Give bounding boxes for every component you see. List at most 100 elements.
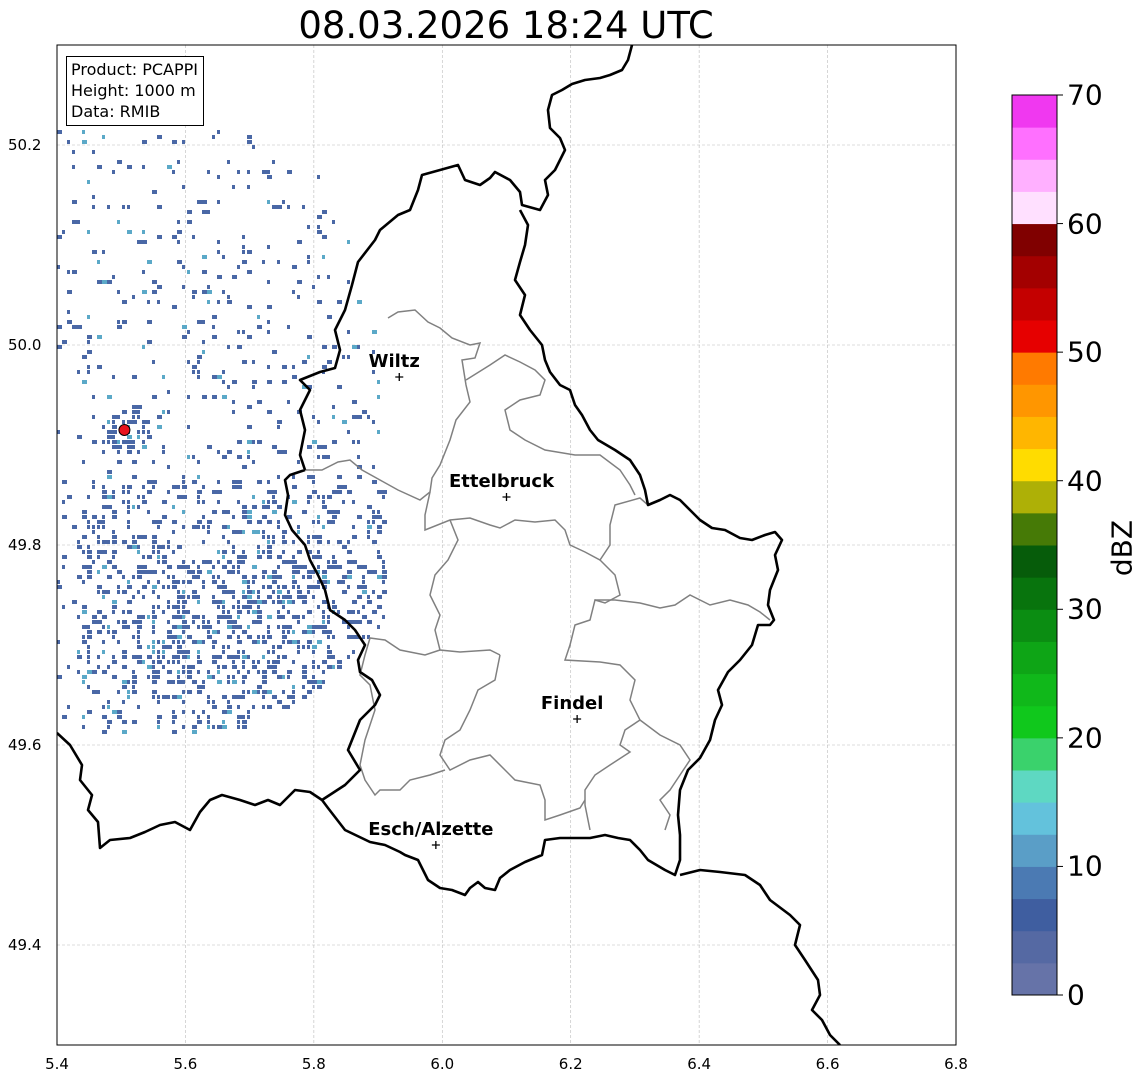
echo-pixel xyxy=(232,630,235,634)
echo-pixel xyxy=(207,300,210,304)
echo-pixel xyxy=(277,615,282,619)
echo-pixel xyxy=(257,615,262,619)
echo-pixel xyxy=(122,420,125,424)
echo-pixel xyxy=(292,565,297,569)
echo-pixel xyxy=(217,600,222,604)
echo-pixel xyxy=(182,605,185,609)
echo-pixel xyxy=(317,520,320,524)
echo-pixel xyxy=(242,530,245,534)
echo-pixel xyxy=(207,625,212,629)
echo-pixel xyxy=(137,430,140,434)
echo-pixel xyxy=(132,720,137,724)
echo-pixel xyxy=(242,465,247,469)
echo-pixel xyxy=(217,130,220,134)
echo-pixel xyxy=(177,675,180,679)
echo-pixel xyxy=(97,335,102,339)
echo-pixel xyxy=(317,565,320,569)
echo-pixel xyxy=(167,620,170,624)
echo-pixel xyxy=(172,235,177,239)
echo-pixel xyxy=(267,635,272,639)
echo-pixel xyxy=(237,635,240,639)
echo-pixel xyxy=(322,610,325,614)
echo-pixel xyxy=(147,435,152,439)
echo-pixel xyxy=(352,345,357,349)
echo-pixel xyxy=(312,660,315,664)
echo-pixel xyxy=(102,280,107,284)
echo-pixel xyxy=(247,335,252,339)
echo-pixel xyxy=(337,510,340,514)
echo-pixel xyxy=(177,660,180,664)
colorbar-swatch xyxy=(1012,898,1057,932)
echo-pixel xyxy=(262,655,265,659)
echo-pixel xyxy=(227,160,230,164)
echo-pixel xyxy=(92,515,97,519)
echo-pixel xyxy=(172,140,177,144)
echo-pixel xyxy=(332,440,337,444)
echo-pixel xyxy=(112,610,115,614)
echo-pixel xyxy=(127,205,130,209)
echo-pixel xyxy=(157,425,162,429)
echo-pixel xyxy=(347,575,352,579)
echo-pixel xyxy=(257,670,260,674)
echo-pixel xyxy=(362,585,367,589)
echo-pixel xyxy=(287,675,290,679)
echo-pixel xyxy=(182,620,187,624)
x-tick-label: 6.6 xyxy=(815,1055,840,1073)
echo-pixel xyxy=(337,485,342,489)
echo-pixel xyxy=(112,275,115,279)
echo-pixel xyxy=(282,655,287,659)
echo-pixel xyxy=(102,525,105,529)
echo-pixel xyxy=(282,675,285,679)
echo-pixel xyxy=(67,140,70,144)
echo-pixel xyxy=(217,620,220,624)
echo-pixel xyxy=(272,660,277,664)
echo-pixel xyxy=(82,715,85,719)
echo-pixel xyxy=(302,675,307,679)
echo-pixel xyxy=(72,150,75,154)
echo-pixel xyxy=(362,410,367,414)
echo-pixel xyxy=(112,635,115,639)
echo-pixel xyxy=(372,465,375,469)
colorbar-label: dBZ xyxy=(1105,519,1139,577)
echo-pixel xyxy=(207,525,210,529)
echo-pixel xyxy=(227,710,232,714)
echo-pixel xyxy=(107,720,112,724)
echo-pixel xyxy=(332,415,335,419)
echo-pixel xyxy=(122,205,125,209)
echo-pixel xyxy=(127,510,130,514)
echo-pixel xyxy=(312,415,315,419)
echo-pixel xyxy=(242,665,245,669)
echo-pixel xyxy=(152,650,155,654)
echo-pixel xyxy=(97,690,100,694)
echo-pixel xyxy=(127,580,130,584)
echo-pixel xyxy=(332,560,337,564)
echo-pixel xyxy=(192,370,195,374)
echo-pixel xyxy=(237,265,240,269)
echo-pixel xyxy=(162,450,165,454)
city-markers: Wiltz Ettelbruck Findel Esch/Alzette xyxy=(368,351,603,849)
echo-pixel xyxy=(157,675,160,679)
echo-pixel xyxy=(142,290,147,294)
echo-pixel xyxy=(372,480,377,484)
echo-pixel xyxy=(322,445,327,449)
echo-pixel xyxy=(367,415,370,419)
echo-pixel xyxy=(292,265,297,269)
echo-pixel xyxy=(267,625,270,629)
echo-pixel xyxy=(137,240,142,244)
echo-pixel xyxy=(377,510,380,514)
echo-pixel xyxy=(187,650,190,654)
echo-pixel xyxy=(77,325,82,329)
echo-pixel xyxy=(287,705,290,709)
echo-pixel xyxy=(292,685,295,689)
echo-pixel xyxy=(352,500,355,504)
echo-pixel xyxy=(212,725,215,729)
colorbar-tick-label: 50 xyxy=(1067,335,1103,369)
echo-pixel xyxy=(242,250,245,254)
echo-pixel xyxy=(202,320,205,324)
echo-pixel xyxy=(112,435,115,439)
echo-pixel xyxy=(187,675,192,679)
echo-pixel xyxy=(352,535,357,539)
echo-pixel xyxy=(257,610,262,614)
echo-pixel xyxy=(352,600,357,604)
echo-pixel xyxy=(332,510,337,514)
